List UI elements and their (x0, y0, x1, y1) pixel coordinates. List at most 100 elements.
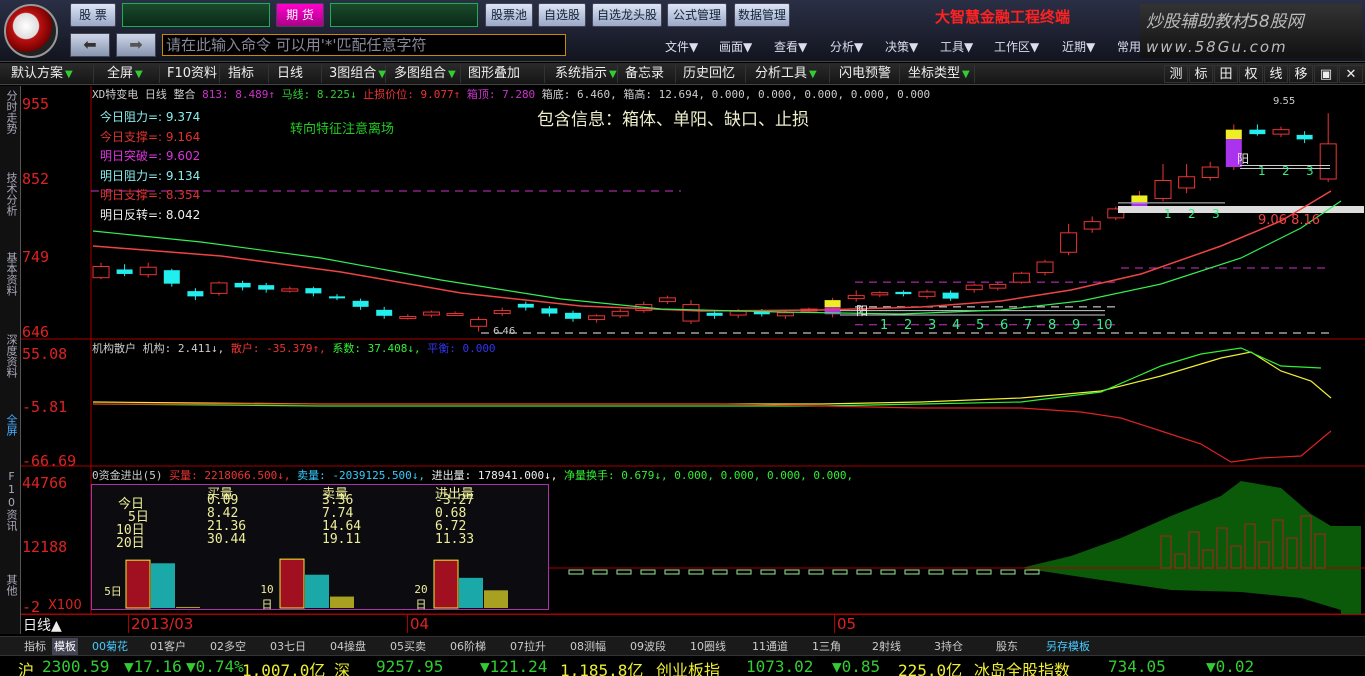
ticker-item: 9257.95 (376, 657, 444, 676)
toolbar-4[interactable]: 日线 (274, 65, 322, 83)
futures-button[interactable]: 期 货 (276, 3, 324, 27)
ticker-item: ▼0.02 (1206, 657, 1255, 676)
toolbar-right-6[interactable]: ▣ (1314, 65, 1338, 83)
count-label: 1 (1164, 207, 1172, 221)
indicator-tab[interactable]: 00菊花 (92, 638, 128, 655)
toolbar-11[interactable]: 分析工具 ▼ (752, 65, 830, 83)
menu-item[interactable]: 分析▼ (830, 38, 863, 55)
period-selector[interactable]: 日线▲ (23, 615, 62, 635)
indicator-tab[interactable]: 01客户 (150, 638, 186, 655)
pool-button[interactable]: 股票池 (485, 3, 533, 27)
indicator-tab[interactable]: 2射线 (872, 638, 901, 655)
vol-mark (640, 569, 656, 575)
toolbar-5[interactable]: 3图组合 ▼ (326, 65, 386, 83)
ticker-item: ▼17.16 (124, 657, 182, 676)
leftnav-tab[interactable]: 深度资料 (2, 334, 19, 378)
indicator-tab[interactable]: 05买卖 (390, 638, 426, 655)
count-label: 7 (1024, 318, 1033, 333)
data-button[interactable]: 数据管理 (734, 3, 790, 27)
leftnav-tab[interactable]: F10资讯 (2, 470, 19, 531)
leftnav-tab[interactable]: 分时走势 (2, 90, 19, 134)
menu-item[interactable]: 决策▼ (885, 38, 918, 55)
ticker-item: 创业板指 (656, 661, 721, 676)
indicator-tabs: 指标 模板 00菊花 01客户 02多空 03七日 04操盘 05买卖 06阶梯 07拉升 08测幅… (0, 636, 1365, 655)
toolbar-1[interactable]: 全屏 ▼ (104, 65, 160, 83)
toolbar-0[interactable]: 默认方案 ▼ (8, 65, 94, 83)
toolbar-9[interactable]: 备忘录 (622, 65, 676, 83)
toolbar-3[interactable]: 指标 (225, 65, 269, 83)
date-label: 04 (407, 615, 429, 633)
app-logo-icon[interactable] (4, 4, 58, 58)
candle (895, 290, 912, 297)
count-label: 4 (952, 318, 961, 333)
indicator-tab[interactable]: 另存模板 (1046, 638, 1090, 655)
indicator-line (93, 403, 1332, 463)
menu-item[interactable]: 近期▼ (1062, 38, 1095, 55)
toolbar-8[interactable]: 系统指示 ▼ (552, 65, 618, 83)
indicator-tab[interactable]: 08测幅 (570, 638, 606, 655)
leftnav-tab[interactable]: 技术分析 (2, 172, 19, 216)
candle (1154, 164, 1172, 202)
stock-button[interactable]: 股 票 (70, 3, 116, 27)
menu-item[interactable]: 画面▼ (719, 38, 752, 55)
toolbar-right-5[interactable]: 移 (1289, 65, 1313, 83)
toolbar-12[interactable]: 闪电预警 (836, 65, 900, 83)
toolbar-7[interactable]: 图形叠加 (465, 65, 545, 83)
indicator-tab[interactable]: 11通道 (752, 638, 788, 655)
back-arrow-icon[interactable]: ⬅ (70, 33, 110, 57)
leftnav-tab[interactable]: 基本资料 (2, 252, 19, 296)
dropdown-icon: ▼ (65, 69, 73, 80)
indicator-tab[interactable]: 股东 (996, 638, 1018, 655)
vol-mark (760, 569, 776, 575)
ma-line (92, 200, 1342, 315)
leftnav-tab[interactable]: 其他 (2, 574, 19, 596)
indicator-tab[interactable]: 模板 (52, 638, 78, 655)
ticker-item: 深 (334, 661, 351, 676)
indicator-tab[interactable]: 3持仓 (934, 638, 963, 655)
indicator-tab[interactable]: 04操盘 (330, 638, 366, 655)
toolbar-label: 图形叠加 (468, 66, 521, 81)
watch-button[interactable]: 自选股 (538, 3, 586, 27)
indicator-tab[interactable]: 07拉升 (510, 638, 546, 655)
menu-item[interactable]: 文件▼ (665, 38, 698, 55)
header-seg: XD特变电 日线 整合 (92, 88, 196, 101)
count-label: 3 (928, 318, 937, 333)
toolbar-10[interactable]: 历史回忆 (680, 65, 746, 83)
candle (399, 314, 417, 320)
toolbar-right-0[interactable]: 测 (1164, 65, 1188, 83)
indicator-tab[interactable]: 指标 (24, 638, 46, 655)
dragon-button[interactable]: 自选龙头股 (592, 3, 662, 27)
indicator-tab[interactable]: 02多空 (210, 638, 246, 655)
toolbar-right-3[interactable]: 权 (1239, 65, 1263, 83)
candle (942, 290, 959, 301)
candle (1319, 113, 1337, 182)
menu-item[interactable]: 工作区▼ (994, 38, 1039, 55)
toolbar-right-2[interactable]: 田 (1214, 65, 1238, 83)
capital-bar (305, 574, 329, 608)
indicator-tab[interactable]: 03七日 (270, 638, 306, 655)
forward-arrow-icon[interactable]: ➡ (116, 33, 156, 57)
toolbar-label: 闪电预警 (839, 66, 892, 81)
toolbar-13[interactable]: 坐标类型 ▼ (905, 65, 975, 83)
indicator-tab[interactable]: 09波段 (630, 638, 666, 655)
toolbar-6[interactable]: 多图组合 ▼ (391, 65, 461, 83)
dropdown-icon: ▼ (378, 69, 386, 80)
toolbar-2[interactable]: F10资料 (164, 65, 220, 83)
menu-item[interactable]: 查看▼ (774, 38, 807, 55)
formula-button[interactable]: 公式管理 (667, 3, 727, 27)
menu-item[interactable]: 常用 (1117, 38, 1141, 55)
capital-bar (125, 559, 151, 609)
toolbar-right-1[interactable]: 标 (1189, 65, 1213, 83)
toolbar-right-7[interactable]: ✕ (1339, 65, 1363, 83)
indicator-tab[interactable]: 06阶梯 (450, 638, 486, 655)
command-input[interactable]: 请在此输入命令 可以用'*'匹配任意字符 (162, 34, 566, 56)
candle (1249, 124, 1266, 136)
candle (281, 286, 299, 293)
toolbar-label: 坐标类型 (908, 66, 961, 81)
toolbar-right-4[interactable]: 线 (1264, 65, 1288, 83)
indicator-tab[interactable]: 1三角 (812, 638, 841, 655)
leftnav-tab[interactable]: 全屏 (2, 414, 19, 436)
indicator-tab[interactable]: 10圈线 (690, 638, 726, 655)
index-ticker: 沪 2300.59 ▼17.16 ▼0.74% 1,007.0亿深 9257.95 ▼121… (0, 655, 1365, 676)
menu-item[interactable]: 工具▼ (940, 38, 973, 55)
